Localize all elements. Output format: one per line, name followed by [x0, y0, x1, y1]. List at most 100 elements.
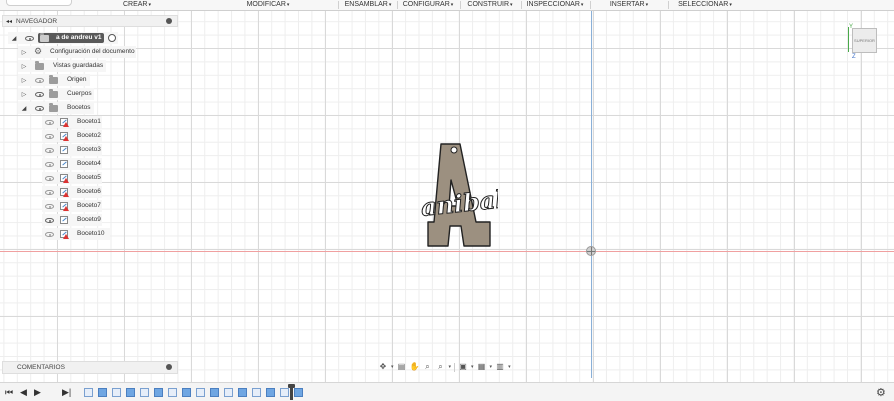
visibility-eye-icon[interactable] [25, 36, 34, 41]
viewports-icon[interactable]: ▥ [495, 362, 505, 372]
visibility-eye-icon[interactable] [35, 92, 44, 97]
gear-icon[interactable]: ⚙ [876, 386, 886, 399]
toolbar-divider [521, 1, 522, 9]
visibility-eye-icon[interactable] [45, 204, 54, 209]
visibility-eye-icon[interactable] [45, 148, 54, 153]
caret-down-icon[interactable]: ▾ [471, 364, 474, 370]
folder-icon [49, 103, 58, 112]
pan-icon[interactable]: ✋ [410, 362, 420, 372]
timeline-last-button[interactable]: ▶| [62, 387, 71, 397]
collapse-panel-icon[interactable]: ◂◂ [6, 18, 12, 25]
timeline-first-button[interactable]: ⏮ [5, 387, 13, 397]
orbit-icon[interactable]: ✥ [378, 362, 388, 372]
timeline-feature-extrude-icon[interactable] [266, 388, 275, 397]
tree-item-sketch[interactable]: Boceto2 [42, 130, 102, 142]
viewcube[interactable]: SUPERIOR [852, 28, 877, 53]
timeline-feature-sketch-icon[interactable] [168, 388, 177, 397]
menu-inspeccionar[interactable]: INSPECCIONAR▾ [525, 0, 585, 10]
activate-radio-icon[interactable] [108, 34, 116, 42]
expand-triangle-icon[interactable]: ▷ [20, 91, 28, 98]
timeline-feature-sketch-icon[interactable] [224, 388, 233, 397]
tree-item-origin[interactable]: ▷ Origen [18, 74, 90, 86]
timeline-prev-button[interactable]: ◀ [20, 387, 27, 397]
browser-panel-header[interactable]: ◂◂ NAVEGADOR [2, 15, 178, 27]
data-panel-button[interactable] [6, 0, 72, 6]
folder-icon [35, 61, 44, 70]
caret-down-icon: ▾ [729, 2, 732, 8]
y-axis-line [591, 10, 592, 378]
tree-item-sketch[interactable]: Boceto3 [42, 144, 102, 156]
tree-item-label: Origen [67, 76, 87, 83]
menu-modificar[interactable]: MODIFICAR▾ [244, 0, 292, 10]
timeline-marker[interactable] [288, 384, 295, 400]
menu-ensamblar[interactable]: ENSAMBLAR▾ [341, 0, 395, 10]
expand-triangle-icon[interactable]: ▷ [20, 63, 28, 70]
tree-item-sketch[interactable]: Boceto7 [42, 200, 102, 212]
zoom-icon[interactable]: ⌕ [423, 362, 433, 372]
menu-seleccionar[interactable]: SELECCIONAR▾ [676, 0, 734, 10]
timeline-feature-extrude-icon[interactable] [182, 388, 191, 397]
visibility-eye-icon[interactable] [45, 134, 54, 139]
tree-item-saved-views[interactable]: ▷ Vistas guardadas [18, 60, 106, 72]
visibility-eye-icon[interactable] [45, 120, 54, 125]
visibility-eye-icon[interactable] [45, 232, 54, 237]
tree-item-sketch[interactable]: Boceto9 [42, 214, 102, 226]
timeline-feature-sketch-icon[interactable] [84, 388, 93, 397]
menu-label: CONFIGURAR [402, 1, 450, 8]
timeline-feature-extrude-icon[interactable] [126, 388, 135, 397]
timeline-feature-extrude-icon[interactable] [210, 388, 219, 397]
timeline-feature-sketch-icon[interactable] [112, 388, 121, 397]
tree-item-sketch[interactable]: Boceto10 [42, 228, 110, 240]
expand-triangle-icon[interactable]: ◢ [20, 105, 28, 112]
tree-root-row[interactable]: ◢ a de andreu v1 [8, 32, 118, 44]
timeline-feature-sketch-icon[interactable] [140, 388, 149, 397]
panel-pin-icon[interactable] [166, 364, 172, 370]
sketch-icon [60, 160, 68, 168]
panel-pin-icon[interactable] [166, 18, 172, 24]
timeline-feature-extrude-icon[interactable] [238, 388, 247, 397]
tree-item-sketch[interactable]: Boceto1 [42, 116, 102, 128]
expand-triangle-icon[interactable]: ▷ [20, 77, 28, 84]
visibility-eye-icon[interactable] [35, 78, 44, 83]
visibility-eye-icon[interactable] [35, 106, 44, 111]
visibility-eye-icon[interactable] [45, 162, 54, 167]
tree-item-label: Bocetos [67, 104, 91, 111]
visibility-eye-icon[interactable] [45, 176, 54, 181]
component-icon [40, 33, 49, 42]
expand-triangle-icon[interactable]: ▷ [20, 49, 28, 56]
caret-down-icon: ▾ [645, 2, 649, 8]
caret-down-icon[interactable]: ▾ [391, 364, 394, 370]
timeline-feature-extrude-icon[interactable] [98, 388, 107, 397]
timeline-feature-extrude-icon[interactable] [154, 388, 163, 397]
menu-construir[interactable]: CONSTRUIR▾ [464, 0, 516, 10]
tree-item-sketch[interactable]: Boceto5 [42, 172, 102, 184]
timeline-feature-sketch-icon[interactable] [252, 388, 261, 397]
caret-down-icon[interactable]: ▾ [508, 364, 511, 370]
comments-panel-header[interactable]: COMENTARIOS [2, 361, 178, 374]
menu-crear[interactable]: CREAR▾ [118, 0, 156, 10]
anibal-logo-body[interactable]: anibal [418, 140, 498, 252]
timeline-play-button[interactable]: ▶ [34, 387, 41, 397]
menu-configurar[interactable]: CONFIGURAR▾ [400, 0, 456, 10]
timeline-feature-sketch-icon[interactable] [196, 388, 205, 397]
tree-item-label: Boceto6 [77, 188, 101, 195]
expand-triangle-icon[interactable]: ◢ [10, 35, 18, 42]
display-mode-icon[interactable]: ▣ [458, 362, 468, 372]
look-at-icon[interactable]: ▤ [397, 362, 407, 372]
timeline-feature-extrude-icon[interactable] [294, 388, 303, 397]
caret-down-icon[interactable]: ▾ [490, 364, 493, 370]
tree-item-bodies[interactable]: ▷ Cuerpos [18, 88, 94, 100]
caret-down-icon[interactable]: ▾ [449, 364, 452, 370]
grid-icon[interactable]: ▦ [477, 362, 487, 372]
fit-icon[interactable]: ⌕ [436, 362, 446, 372]
timeline-feature-sketch-icon[interactable] [280, 388, 289, 397]
visibility-eye-icon[interactable] [45, 218, 54, 223]
menu-insertar[interactable]: INSERTAR▾ [608, 0, 650, 10]
origin-point[interactable] [586, 246, 596, 256]
tree-item-sketches[interactable]: ◢ Bocetos [18, 102, 94, 114]
visibility-eye-icon[interactable] [45, 190, 54, 195]
tree-item-sketch[interactable]: Boceto6 [42, 186, 102, 198]
sketch-warning-icon [60, 188, 69, 197]
tree-item-document-settings[interactable]: ▷ ⚙ Configuración del documento [18, 46, 136, 58]
tree-item-sketch[interactable]: Boceto4 [42, 158, 102, 170]
